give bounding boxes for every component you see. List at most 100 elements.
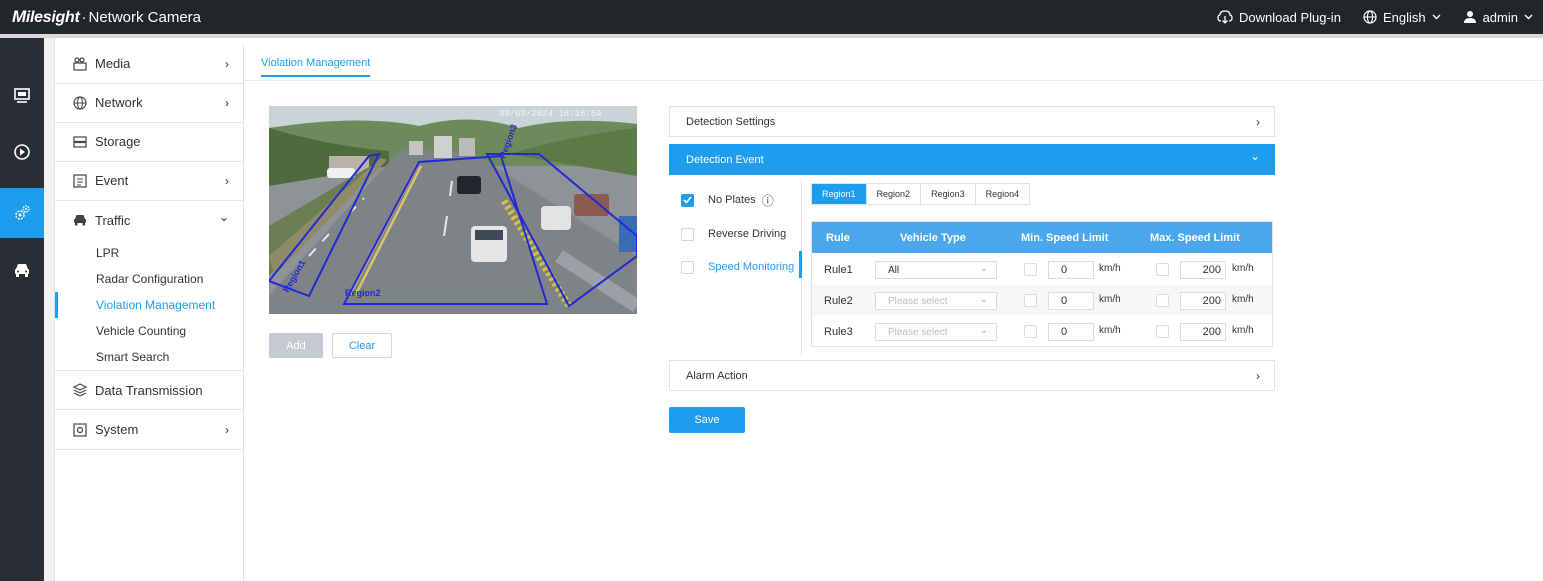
brand-logo: Milesight · Network Camera bbox=[12, 7, 201, 27]
menu-item-label: System bbox=[95, 422, 139, 437]
speed-monitoring-checkbox[interactable] bbox=[681, 260, 694, 274]
vehicle-type-select[interactable]: All ⌄ bbox=[875, 261, 997, 279]
icon-rail bbox=[0, 38, 44, 581]
chevron-right-icon: › bbox=[225, 174, 229, 188]
event-label: Reverse Driving bbox=[708, 228, 787, 240]
tab-bar: Violation Management bbox=[245, 38, 1543, 81]
traffic-icon[interactable] bbox=[0, 252, 44, 288]
detection-settings-panel[interactable]: Detection Settings › bbox=[669, 106, 1275, 137]
top-bar: Milesight · Network Camera Download Plug… bbox=[0, 0, 1543, 34]
menu-item-event[interactable]: Event › bbox=[55, 161, 243, 201]
rule-name: Rule3 bbox=[824, 325, 853, 338]
max-speed-input[interactable]: 200 bbox=[1180, 292, 1226, 310]
info-icon[interactable]: ⓘ bbox=[762, 192, 774, 209]
vehicle-type-select[interactable]: Please select ⌄ bbox=[875, 292, 997, 310]
submenu-violation-management[interactable]: Violation Management bbox=[55, 292, 243, 318]
menu-item-storage[interactable]: Storage bbox=[55, 122, 243, 162]
chevron-right-icon: › bbox=[225, 57, 229, 71]
vehicle-type-select[interactable]: Please select ⌄ bbox=[875, 323, 997, 341]
min-speed-checkbox[interactable] bbox=[1024, 263, 1037, 276]
brand-name: ilesight bbox=[25, 9, 80, 26]
chevron-right-icon: › bbox=[225, 96, 229, 110]
alarm-action-panel[interactable]: Alarm Action › bbox=[669, 360, 1275, 391]
region-tab-1[interactable]: Region1 bbox=[812, 184, 867, 204]
settings-icon[interactable] bbox=[0, 188, 44, 238]
region-tab-4[interactable]: Region4 bbox=[976, 184, 1030, 204]
panel-title: Detection Settings bbox=[686, 115, 776, 128]
download-plugin-link[interactable]: Download Plug-in bbox=[1217, 10, 1341, 25]
event-label: Speed Monitoring bbox=[708, 261, 795, 273]
vehicle-type-value: Please select bbox=[888, 326, 948, 338]
min-speed-input[interactable]: 0 bbox=[1048, 261, 1094, 279]
menu-item-network[interactable]: Network › bbox=[55, 83, 243, 123]
min-speed-checkbox[interactable] bbox=[1024, 294, 1037, 307]
menu-item-label: Network bbox=[95, 95, 143, 110]
menu-item-label: Traffic bbox=[95, 212, 131, 228]
chevron-down-icon: ⌄ bbox=[1249, 149, 1260, 163]
network-icon bbox=[73, 95, 87, 110]
no-plates-checkbox[interactable] bbox=[681, 193, 694, 207]
region-tab-2[interactable]: Region2 bbox=[867, 184, 922, 204]
menu-item-media[interactable]: Media › bbox=[55, 44, 243, 84]
chevron-right-icon: › bbox=[1256, 115, 1260, 129]
language-menu[interactable]: English bbox=[1363, 10, 1441, 25]
min-speed-unit: km/h bbox=[1099, 263, 1121, 274]
event-reverse-driving[interactable]: Reverse Driving bbox=[681, 224, 786, 244]
submenu-radar-configuration[interactable]: Radar Configuration bbox=[55, 266, 243, 292]
brand-dot: · bbox=[81, 8, 87, 26]
max-speed-unit: km/h bbox=[1232, 294, 1254, 305]
max-speed-input[interactable]: 200 bbox=[1180, 261, 1226, 279]
settings-menu: Media › Network › Storage Event › Traffi… bbox=[55, 44, 244, 581]
menu-item-system[interactable]: System › bbox=[55, 410, 243, 450]
add-button[interactable]: Add bbox=[269, 333, 323, 358]
max-speed-value: 200 bbox=[1202, 295, 1221, 307]
rail-separator bbox=[44, 38, 55, 581]
detection-event-panel[interactable]: Detection Event ⌄ bbox=[669, 144, 1275, 175]
reverse-driving-checkbox[interactable] bbox=[681, 227, 694, 241]
chevron-down-icon: ⌄ bbox=[979, 263, 988, 274]
user-label: admin bbox=[1482, 9, 1518, 25]
event-speed-monitoring[interactable]: Speed Monitoring bbox=[681, 257, 794, 277]
rule-name: Rule1 bbox=[824, 263, 853, 276]
min-speed-checkbox[interactable] bbox=[1024, 325, 1037, 338]
submenu-vehicle-counting[interactable]: Vehicle Counting bbox=[55, 318, 243, 344]
header-rule: Rule bbox=[826, 231, 850, 244]
product-name: Network Camera bbox=[88, 8, 202, 26]
system-icon bbox=[73, 422, 87, 437]
user-menu[interactable]: admin bbox=[1463, 10, 1533, 25]
playback-icon[interactable] bbox=[0, 134, 44, 170]
event-label: No Plates bbox=[708, 194, 756, 206]
max-speed-checkbox[interactable] bbox=[1156, 294, 1169, 307]
table-row: Rule1 All ⌄ 0 km/h 200 km/h bbox=[812, 253, 1272, 284]
event-no-plates[interactable]: No Plates ⓘ bbox=[681, 190, 774, 210]
chevron-down-icon: ⌄ bbox=[218, 210, 229, 224]
globe-icon bbox=[1363, 10, 1377, 24]
camera-preview[interactable]: Region1 Region2 Region3 09/09/2024 16:16… bbox=[269, 106, 637, 314]
submenu-lpr[interactable]: LPR bbox=[55, 240, 243, 266]
max-speed-unit: km/h bbox=[1232, 325, 1254, 336]
menu-item-label: Data Transmission bbox=[95, 382, 203, 398]
region-tab-3[interactable]: Region3 bbox=[921, 184, 976, 204]
event-selected-indicator bbox=[799, 251, 802, 278]
min-speed-input[interactable]: 0 bbox=[1048, 292, 1094, 310]
media-icon bbox=[73, 56, 87, 71]
submenu-smart-search[interactable]: Smart Search bbox=[55, 344, 243, 370]
region-tabs: Region1 Region2 Region3 Region4 bbox=[811, 183, 1031, 205]
header-max-speed: Max. Speed Limit bbox=[1150, 231, 1240, 244]
live-view-icon[interactable] bbox=[0, 78, 44, 114]
menu-item-label: Event bbox=[95, 173, 129, 188]
chevron-down-icon bbox=[1524, 14, 1533, 20]
tab-violation-management[interactable]: Violation Management bbox=[261, 57, 371, 77]
menu-item-traffic[interactable]: Traffic ⌄ bbox=[55, 200, 243, 240]
menu-item-data-transmission[interactable]: Data Transmission bbox=[55, 370, 243, 410]
max-speed-checkbox[interactable] bbox=[1156, 325, 1169, 338]
panel-title: Alarm Action bbox=[686, 369, 748, 382]
vehicle-type-value: All bbox=[888, 264, 900, 276]
max-speed-checkbox[interactable] bbox=[1156, 263, 1169, 276]
clear-button[interactable]: Clear bbox=[332, 333, 392, 358]
max-speed-input[interactable]: 200 bbox=[1180, 323, 1226, 341]
language-label: English bbox=[1382, 9, 1426, 25]
save-button[interactable]: Save bbox=[669, 407, 745, 433]
min-speed-input[interactable]: 0 bbox=[1048, 323, 1094, 341]
max-speed-value: 200 bbox=[1202, 326, 1221, 338]
